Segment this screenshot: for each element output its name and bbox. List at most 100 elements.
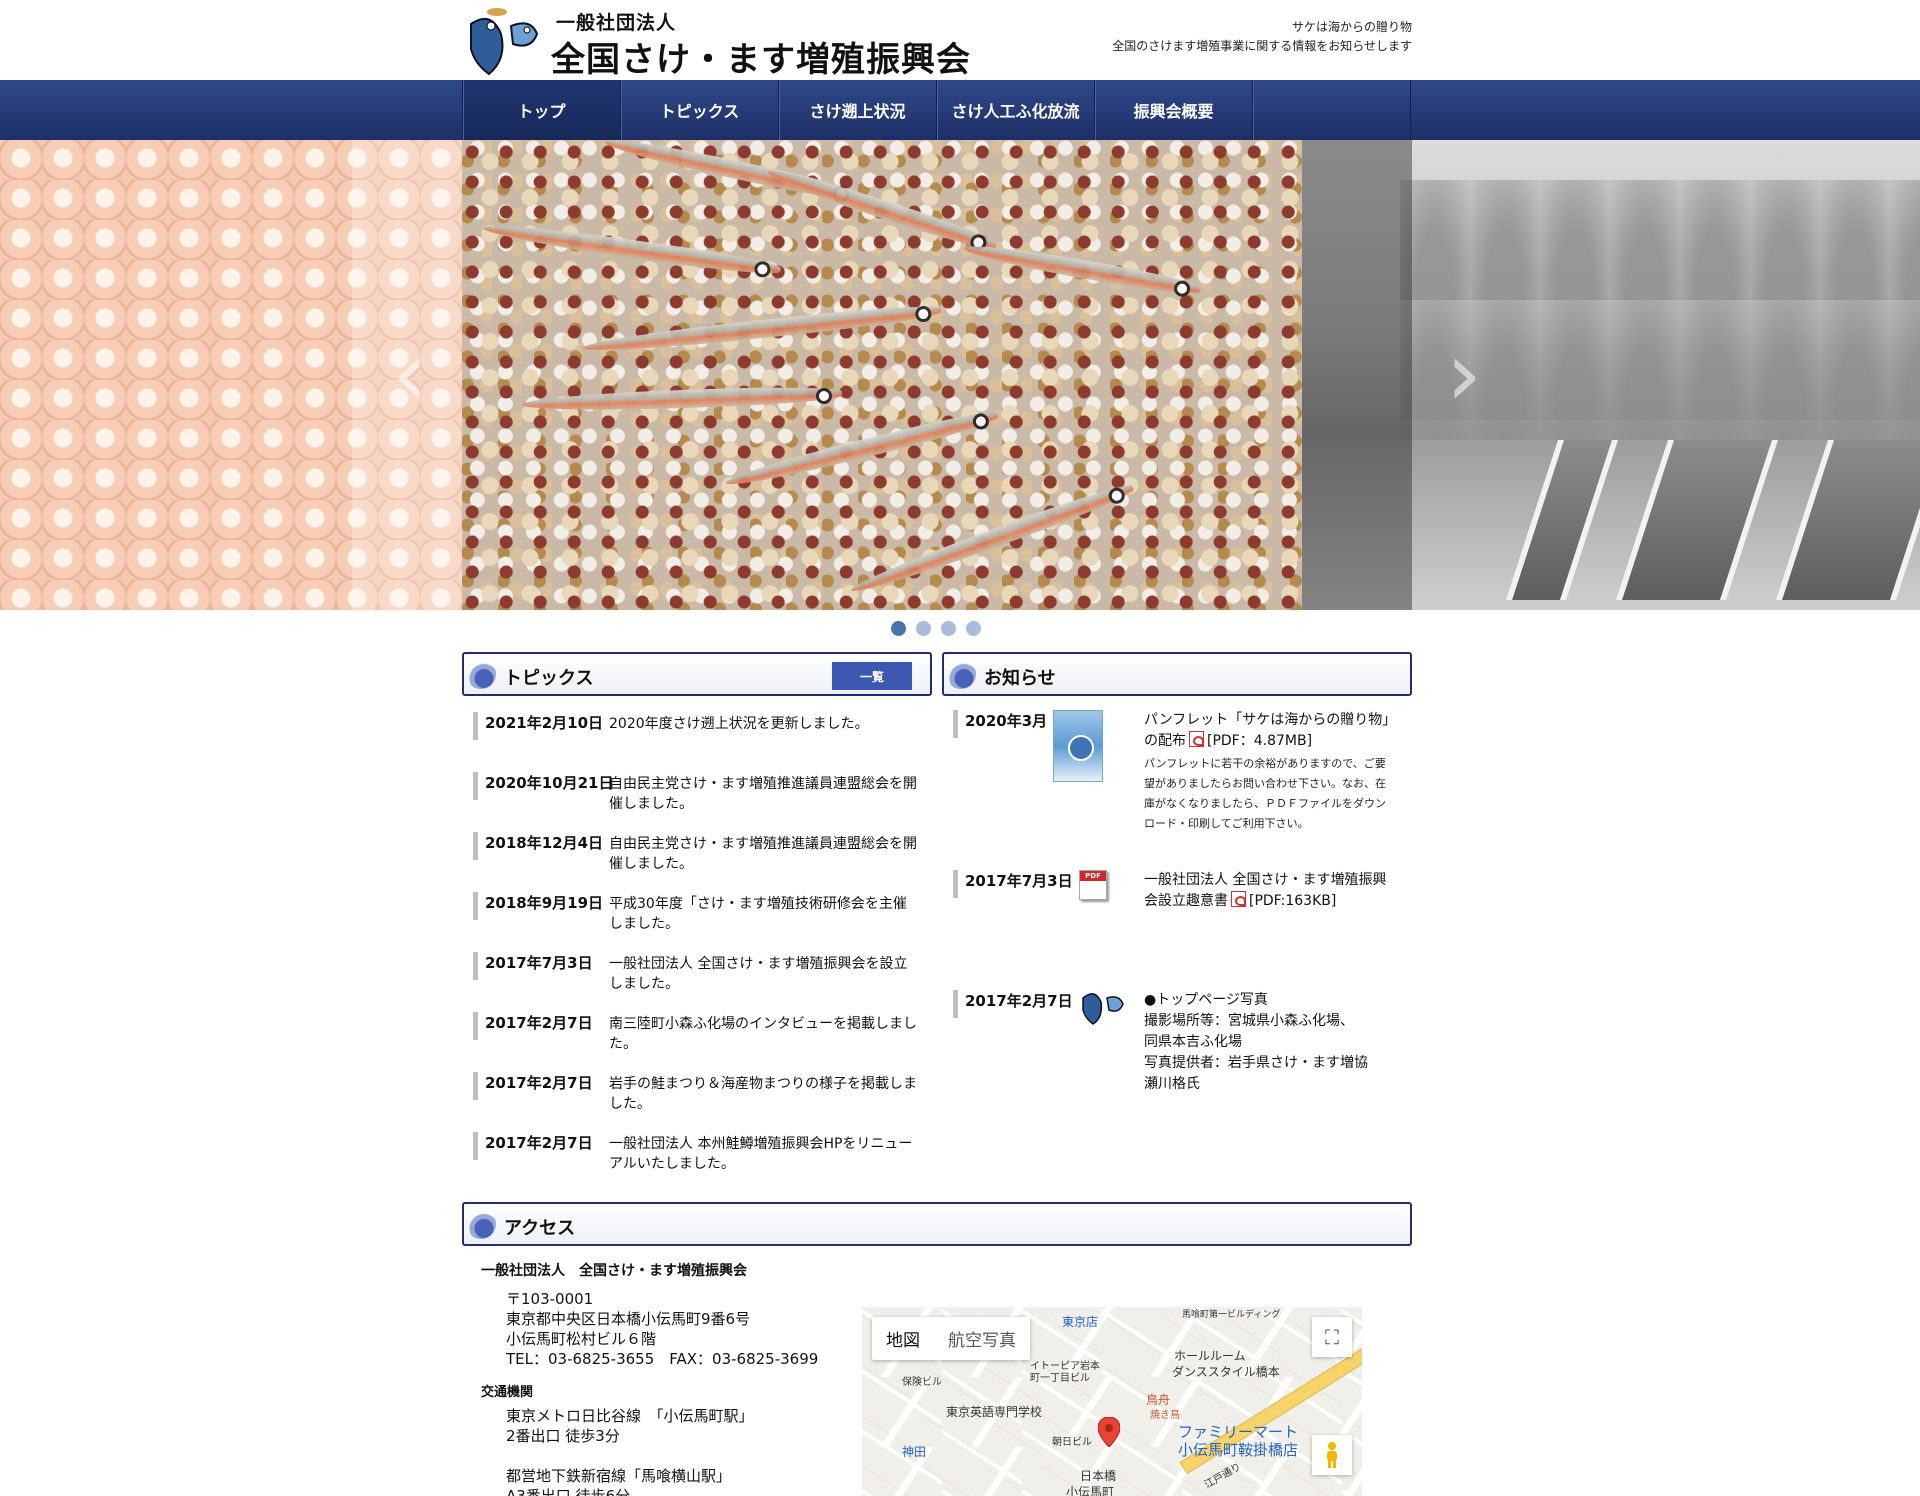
topic-bar [473,1012,478,1040]
google-map[interactable]: ホールルーム ダンススタイル橋本 東京英語専門学校 鳥舟 焼き鳥 ファミリーマー… [862,1307,1362,1496]
address-line: 〒103-0001 [506,1290,594,1308]
map-type-tabs: 地図 航空写真 [872,1317,1030,1360]
nav-item-top[interactable]: トップ [463,80,621,140]
nav-item-hatchery[interactable]: さけ人工ふ化放流 [937,80,1095,140]
notice-line: 写真提供者：岩手県さけ・ます増協 [1144,1055,1368,1071]
nav-item-topics[interactable]: トピックス [621,80,779,140]
pegman-icon[interactable] [1312,1435,1352,1475]
topic-bar [473,1132,478,1160]
topic-bar [473,832,478,860]
fry-image-part [847,479,1137,599]
slider-dot[interactable] [916,621,931,636]
topic-date: 2021年2月10日 [485,714,604,732]
topic-bar [473,892,478,920]
notice-date: 2017年2月7日 [965,992,1073,1010]
salmon-mascot-logo [470,8,539,76]
transit-line: A3番出口 徒歩6分 [506,1487,631,1496]
map-pin-icon[interactable] [1098,1417,1120,1447]
slider-dot[interactable] [941,621,956,636]
topic-date: 2020年10月21日 [485,774,614,792]
notice-body: ●トップページ写真 撮影場所等：宮城県小森ふ化場、 同県本吉ふ化場 写真提供者：… [1144,990,1394,1095]
chevron-left-icon[interactable]: ‹ [380,330,440,420]
notices-title: お知らせ [984,668,1056,689]
address-block: 〒103-0001 東京都中央区日本橋小伝馬町9番6号 小伝馬町松村ビル６階 T… [506,1289,818,1369]
map-label: 東京英語専門学校 [946,1405,1043,1419]
notice-bar [953,990,958,1018]
nav-item-about[interactable]: 振興会概要 [1095,80,1253,140]
site-logo[interactable]: 一般社団法人 全国さけ・ます増殖振興会 [461,4,970,80]
topic-date: 2017年7月3日 [485,954,593,972]
mascot-thumbnail [1082,993,1124,1025]
map-label: ダンススタイル橋本 [1172,1365,1280,1379]
logo-subtitle: 一般社団法人 [556,12,677,34]
fry-image-part [962,239,1202,299]
topic-link[interactable]: 一般社団法人 本州鮭鱒増殖振興会HPをリニューアルいたしました。 [609,1134,919,1174]
nav-bar: トップ トピックス さけ遡上状況 さけ人工ふ化放流 振興会概要 [462,80,1412,140]
transit-line: 都営地下鉄新宿線「馬喰横山駅」 [506,1467,732,1485]
topic-link[interactable]: 南三陸町小森ふ化場のインタビューを掲載しました。 [609,1014,919,1054]
map-label: 馬喰町第一ビルディング [1182,1310,1281,1320]
slider-dot[interactable] [891,621,906,636]
map-label: ホールルーム [1174,1349,1246,1363]
map-label: 日本橋 [1080,1469,1117,1483]
map-label: 保険ビル [902,1377,942,1388]
access-title: アクセス [504,1218,576,1239]
fry-image-part [582,301,942,357]
topic-link[interactable]: 一般社団法人 全国さけ・ます増殖振興会を設立しました。 [609,954,919,994]
chevron-right-icon[interactable]: › [1434,330,1494,420]
notice-line: 撮影場所等：宮城県小森ふ化場、 [1144,1013,1354,1029]
hero-slider: ‹ › [0,140,1920,610]
heading-bullet-icon [466,1209,496,1239]
transit-heading: 交通機関 [481,1385,534,1400]
pdf-thumb-label: PDF [1080,871,1106,881]
nav-item-run-status[interactable]: さけ遡上状況 [779,80,937,140]
address-line: TEL：03-6825-3655 FAX：03-6825-3699 [506,1350,819,1368]
heading-bullet-icon [466,659,496,689]
slider-dot[interactable] [966,621,981,636]
notice-bar [953,870,958,898]
pdf-icon [1189,731,1204,747]
access-heading: アクセス [462,1202,1412,1246]
transit-line: 東京メトロ日比谷線 「小伝馬町駅」 [506,1407,754,1425]
topic-date: 2018年12月4日 [485,834,604,852]
map-label: 江戸通り [1202,1461,1244,1491]
notices-heading: お知らせ [942,652,1412,696]
notice-date: 2017年7月3日 [965,872,1073,890]
map-tab-satellite[interactable]: 航空写真 [934,1317,1030,1360]
transit-line: 2番出口 徒歩3分 [506,1427,620,1445]
notice-line: 瀬川格氏 [1144,1076,1200,1092]
topic-link[interactable]: 岩手の鮭まつり＆海産物まつりの様子を掲載しました。 [609,1074,919,1114]
map-label: 朝日ビル [1052,1437,1092,1448]
org-name: 一般社団法人 全国さけ・ます増殖振興会 [481,1263,747,1279]
main-navigation: トップ トピックス さけ遡上状況 さけ人工ふ化放流 振興会概要 [0,80,1920,140]
logo-title: 全国さけ・ます増殖振興会 [551,40,971,80]
map-label: 東京店 [1062,1315,1099,1329]
pamphlet-thumbnail[interactable] [1053,710,1103,782]
fry-image-part [723,406,1001,492]
slide-salmon-fry [462,140,1302,610]
pdf-size[interactable]: [PDF：4.87MB] [1207,733,1312,749]
map-label: 町一丁目ビル [1030,1373,1090,1384]
topics-heading: トピックス 一覧 [462,652,932,696]
topics-list-button[interactable]: 一覧 [832,662,912,690]
topic-link[interactable]: 平成30年度「さけ・ます増殖技術研修会を主催しました。 [609,894,919,934]
pdf-size[interactable]: [PDF:163KB] [1249,893,1336,909]
heading-bullet-icon [946,659,976,689]
tagline-line-1: サケは海からの贈り物 [1291,20,1412,34]
pdf-thumbnail-icon[interactable]: PDF [1079,870,1107,900]
site-header: 一般社団法人 全国さけ・ます増殖振興会 サケは海からの贈り物 全国のさけます増殖… [0,0,1920,80]
snow-pond-part [1616,440,1778,600]
notice-note: パンフレットに若干の余裕がありますので、ご要望がありましたらお問い合わせ下さい。… [1144,757,1386,830]
fullscreen-icon[interactable]: ⛶ [1312,1317,1352,1357]
topic-link[interactable]: 自由民主党さけ・ます増殖推進議員連盟総会を開催しました。 [609,834,919,874]
address-line: 東京都中央区日本橋小伝馬町9番6号 [506,1310,751,1328]
notice-body: パンフレット「サケは海からの贈り物」の配布 [PDF：4.87MB] パンフレット… [1144,710,1394,834]
topic-bar [473,712,478,740]
notice-line: 同県本吉ふ化場 [1144,1034,1242,1050]
topic-date: 2017年2月7日 [485,1134,593,1152]
map-tab-map[interactable]: 地図 [872,1317,934,1360]
fry-image-part [482,219,782,279]
topic-link[interactable]: 2020年度さけ遡上状況を更新しました。 [609,714,919,734]
topic-link[interactable]: 自由民主党さけ・ます増殖推進議員連盟総会を開催しました。 [609,774,919,814]
nav-item-empty [1253,80,1411,140]
